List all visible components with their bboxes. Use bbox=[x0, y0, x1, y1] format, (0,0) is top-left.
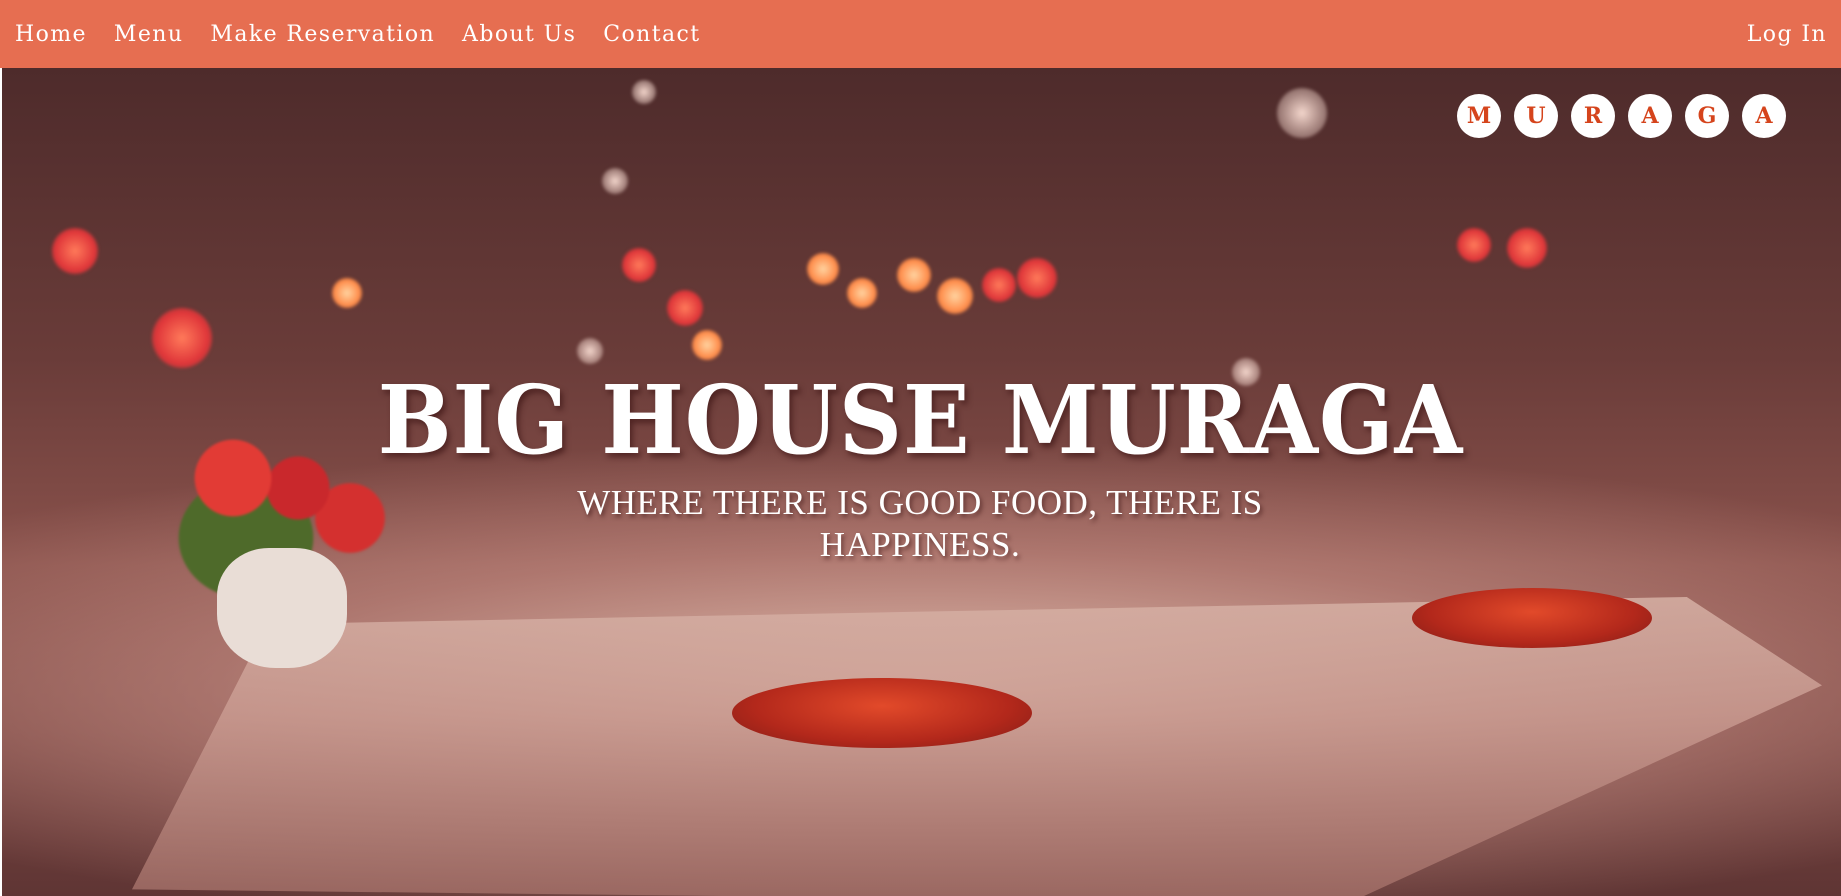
brand-letter-r: R bbox=[1571, 94, 1615, 138]
brand-letter-badges: M U R A G A bbox=[1457, 94, 1786, 138]
top-navbar: Home Menu Make Reservation About Us Cont… bbox=[0, 0, 1841, 68]
brand-letter-a: A bbox=[1628, 94, 1672, 138]
brand-letter-a-2: A bbox=[1742, 94, 1786, 138]
nav-link-about-us[interactable]: About Us bbox=[462, 22, 576, 47]
hero-subtitle: WHERE THERE IS GOOD FOOD, THERE IS HAPPI… bbox=[577, 483, 1263, 564]
nav-link-make-reservation[interactable]: Make Reservation bbox=[210, 22, 435, 47]
hero-title: BIG HOUSE MURAGA bbox=[377, 365, 1464, 476]
brand-letter-u: U bbox=[1514, 94, 1558, 138]
brand-letter-g: G bbox=[1685, 94, 1729, 138]
nav-links: Home Menu Make Reservation About Us Cont… bbox=[15, 22, 700, 47]
brand-letter-m: M bbox=[1457, 94, 1501, 138]
nav-link-home[interactable]: Home bbox=[15, 22, 87, 47]
nav-link-menu[interactable]: Menu bbox=[114, 22, 183, 47]
nav-link-contact[interactable]: Contact bbox=[603, 22, 700, 47]
login-link[interactable]: Log In bbox=[1747, 22, 1827, 47]
